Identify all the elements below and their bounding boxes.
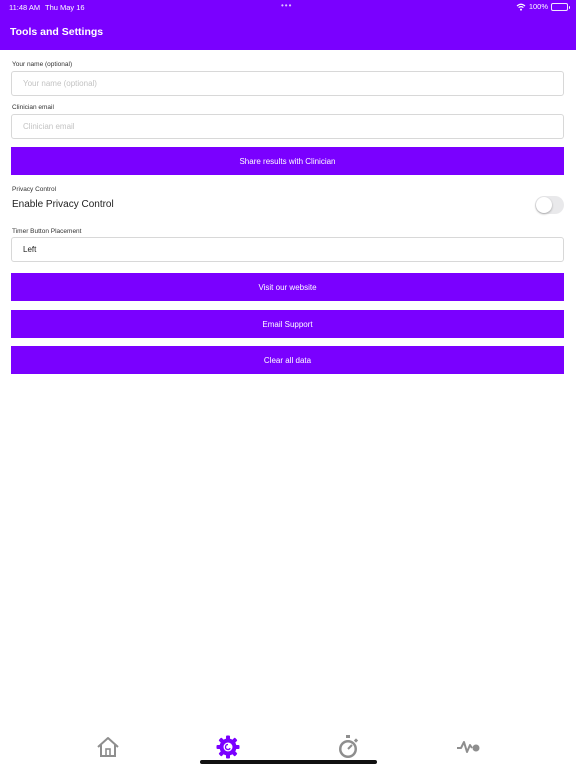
battery-percent: 100% <box>528 2 548 11</box>
status-date: Thu May 16 <box>45 3 85 12</box>
battery-icon <box>551 2 570 11</box>
multitasking-dots-icon: ••• <box>281 1 293 10</box>
home-indicator[interactable] <box>200 760 377 764</box>
visit-website-button[interactable]: Visit our website <box>11 273 564 301</box>
name-input[interactable] <box>11 71 564 96</box>
tab-activity[interactable] <box>454 733 482 761</box>
status-time: 11:48 AM <box>9 3 41 12</box>
wifi-icon <box>516 3 526 11</box>
email-label: Clinician email <box>12 104 54 111</box>
privacy-section-label: Privacy Control <box>12 186 57 193</box>
status-right: 100% <box>516 2 570 11</box>
toggle-knob <box>536 197 552 213</box>
gear-icon <box>216 735 240 759</box>
page-title: Tools and Settings <box>10 26 104 38</box>
status-bar: 11:48 AM Thu May 16 ••• 100% <box>0 0 576 14</box>
tab-home[interactable] <box>94 733 122 761</box>
name-label: Your name (optional) <box>12 61 73 68</box>
tab-settings[interactable] <box>214 733 242 761</box>
privacy-toggle-label: Enable Privacy Control <box>12 199 114 210</box>
header-bar: 11:48 AM Thu May 16 ••• 100% Tools and S… <box>0 0 576 50</box>
clear-data-button[interactable]: Clear all data <box>11 346 564 374</box>
share-results-button[interactable]: Share results with Clinician <box>11 147 564 175</box>
privacy-toggle[interactable] <box>535 196 564 214</box>
timer-placement-value: Left <box>23 245 37 254</box>
timer-placement-label: Timer Button Placement <box>12 228 82 235</box>
email-support-button[interactable]: Email Support <box>11 310 564 338</box>
home-icon <box>97 737 119 757</box>
timer-icon <box>339 735 359 758</box>
tab-timer[interactable] <box>334 733 362 761</box>
clinician-email-input[interactable] <box>11 114 564 139</box>
activity-icon <box>457 741 480 753</box>
timer-placement-select[interactable]: Left <box>11 237 564 262</box>
